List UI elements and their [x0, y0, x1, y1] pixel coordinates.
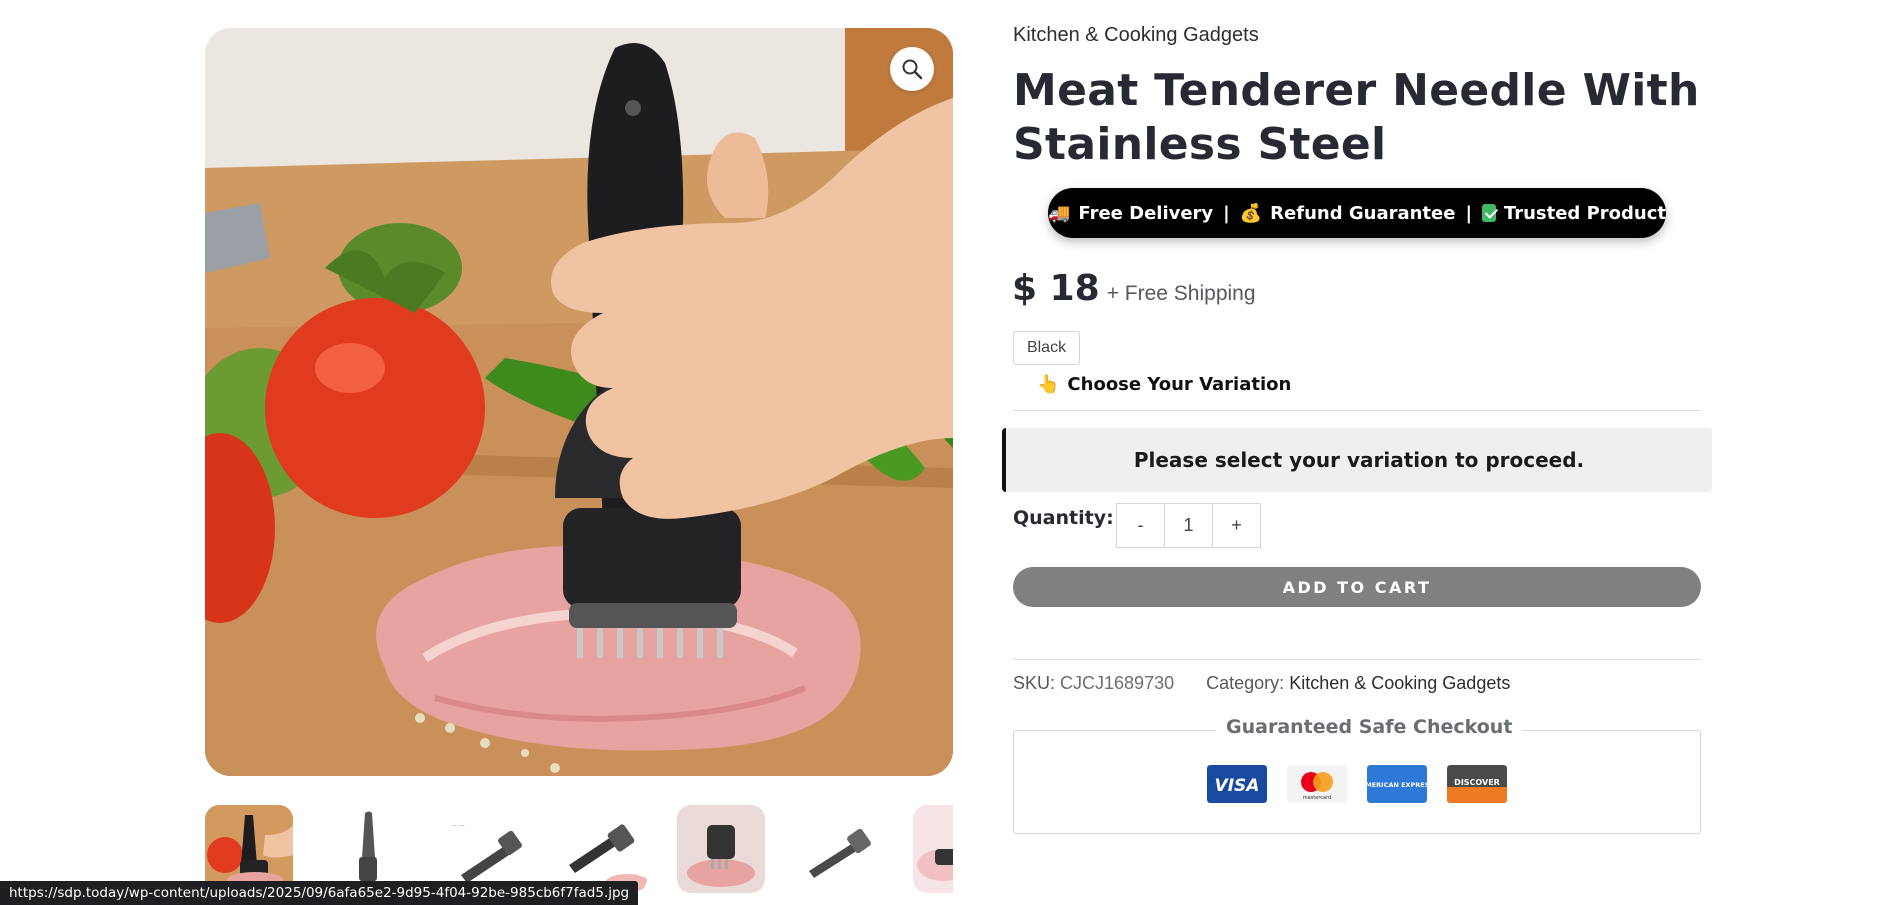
- choose-variation-label: 👆 Choose Your Variation: [1037, 374, 1291, 395]
- separator: |: [1223, 202, 1230, 224]
- choose-variation-text: Choose Your Variation: [1067, 374, 1292, 395]
- visa-icon: VISA: [1207, 765, 1267, 803]
- thumbnail-1[interactable]: [205, 805, 293, 893]
- shipping-note: + Free Shipping: [1106, 282, 1256, 305]
- mastercard-text: mastercard: [1303, 795, 1331, 801]
- truck-icon: 🚚: [1048, 202, 1071, 224]
- divider: [1013, 410, 1701, 411]
- thumbnail-4[interactable]: [559, 805, 647, 893]
- amex-icon: AMERICAN EXPRESS: [1367, 765, 1427, 803]
- quantity-label: Quantity:: [1013, 507, 1114, 529]
- sku-value: CJCJ1689730: [1060, 673, 1175, 693]
- product-photo: [205, 28, 953, 776]
- refund-guarantee-text: Refund Guarantee: [1270, 202, 1456, 224]
- check-mark-icon: [1482, 204, 1496, 222]
- thumbnail-5[interactable]: [677, 805, 765, 893]
- discover-icon: DISCOVER: [1447, 765, 1507, 803]
- product-meta: SKU: CJCJ1689730 Category: Kitchen & Coo…: [1013, 673, 1510, 694]
- svg-text:— —: — —: [451, 822, 465, 829]
- price-row: $ 18 + Free Shipping: [1012, 268, 1256, 309]
- money-bag-icon: 💰: [1239, 202, 1263, 224]
- search-icon: [902, 59, 923, 80]
- trusted-product-text: Trusted Product: [1503, 202, 1666, 224]
- thumbnail-2[interactable]: [323, 805, 411, 893]
- thumbnail-6[interactable]: [795, 805, 883, 893]
- breadcrumb-category[interactable]: Kitchen & Cooking Gadgets: [1013, 24, 1259, 47]
- quantity-increase-button[interactable]: +: [1213, 504, 1260, 547]
- product-title: Meat Tenderer Needle With Stainless Stee…: [1013, 65, 1700, 170]
- variation-option-black[interactable]: Black: [1013, 331, 1080, 365]
- quantity-input[interactable]: 1: [1164, 504, 1213, 547]
- discover-text: DISCOVER: [1454, 778, 1500, 787]
- mastercard-icon: mastercard: [1287, 765, 1347, 803]
- payment-cards: VISA mastercard AMERICAN EXPRESS DISCOVE…: [1207, 765, 1507, 803]
- add-to-cart-button[interactable]: ADD TO CART: [1013, 567, 1701, 607]
- variation-notice: Please select your variation to proceed.: [1002, 428, 1712, 492]
- free-delivery-text: Free Delivery: [1078, 202, 1214, 224]
- pointing-hand-icon: 👆: [1037, 374, 1060, 395]
- zoom-button[interactable]: [890, 47, 934, 91]
- divider: [1013, 659, 1701, 660]
- separator: |: [1465, 202, 1473, 224]
- category-link[interactable]: Kitchen & Cooking Gadgets: [1289, 673, 1510, 693]
- thumbnail-7[interactable]: [913, 805, 953, 893]
- safe-checkout-title: Guaranteed Safe Checkout: [1216, 716, 1523, 738]
- amex-text: AMERICAN EXPRESS: [1367, 781, 1427, 789]
- trust-badge: 🚚 Free Delivery | 💰 Refund Guarantee | T…: [1048, 188, 1666, 238]
- category-label: Category:: [1206, 673, 1285, 693]
- quantity-stepper: - 1 +: [1116, 503, 1261, 548]
- thumbnail-3[interactable]: — —: [441, 805, 529, 893]
- visa-text: VISA: [1215, 776, 1260, 796]
- main-product-image[interactable]: [205, 28, 953, 776]
- sku-label: SKU:: [1013, 673, 1056, 693]
- product-price: $ 18: [1012, 268, 1100, 309]
- quantity-decrease-button[interactable]: -: [1117, 504, 1164, 547]
- status-bar-url: https://sdp.today/wp-content/uploads/202…: [0, 881, 639, 905]
